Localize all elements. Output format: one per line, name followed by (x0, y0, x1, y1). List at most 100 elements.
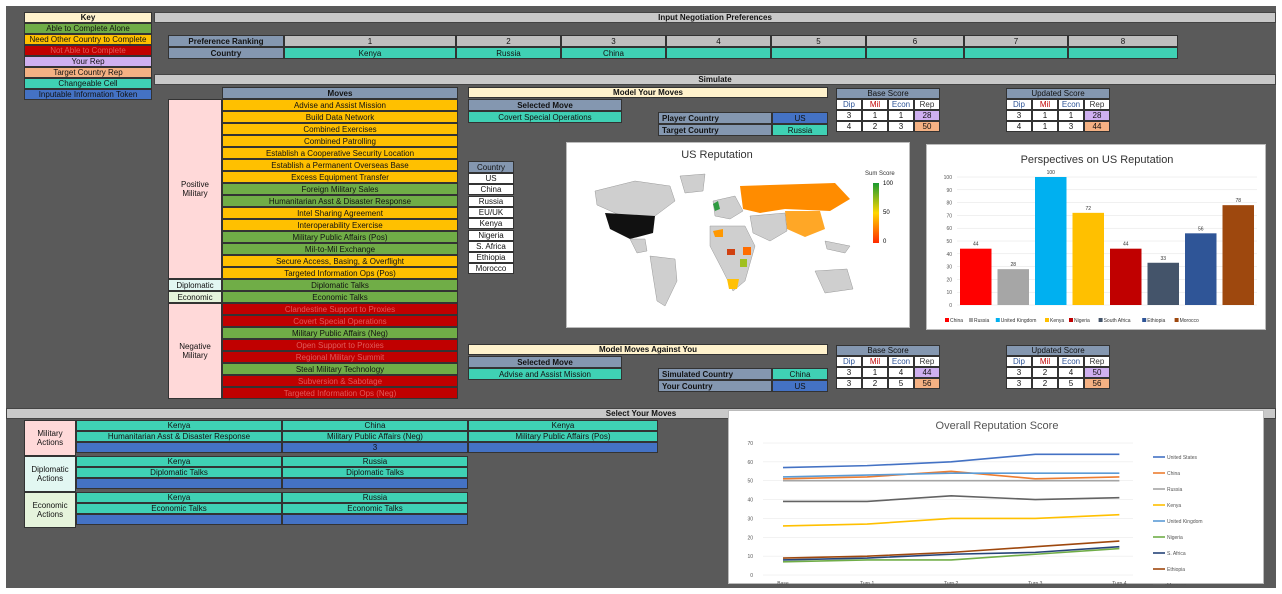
line-legend-label: Kenya (1167, 503, 1181, 509)
line-legend-label: Ethiopia (1167, 567, 1185, 573)
move-positive: Advise and Assist Mission (222, 99, 458, 111)
action-token-input[interactable] (76, 442, 282, 453)
country-preference-select[interactable] (666, 47, 771, 59)
action-token-input[interactable] (468, 442, 658, 453)
line-legend-label: United Kingdom (1167, 519, 1203, 525)
map-legend-0: 0 (883, 239, 887, 245)
negotiation-header: Input Negotiation Preferences (154, 12, 1276, 23)
line-xtick: Turn 2 (944, 581, 958, 585)
score-col-header: Rep (914, 356, 940, 367)
score-col-header: Econ (888, 356, 914, 367)
bar-chart-svg: Perspectives on US Reputation 0 10 20 30 40 50… (944, 154, 1257, 324)
bar-legend-swatch (1142, 318, 1147, 322)
line-ytick: 20 (747, 535, 753, 541)
russia-shape (740, 183, 850, 213)
bar-legend-swatch (969, 318, 973, 322)
country-preference-select[interactable]: China (561, 47, 666, 59)
world-map (575, 171, 865, 321)
score-cell: 50 (1084, 367, 1110, 378)
selected-move-select[interactable]: Covert Special Operations (468, 111, 622, 123)
map-legend-gradient (873, 183, 879, 243)
score-cell: 56 (1084, 378, 1110, 389)
score-cell: 44 (914, 367, 940, 378)
country-list-item: Morocco (468, 263, 514, 275)
bar-south-africa (1147, 262, 1179, 305)
player-country-value[interactable]: US (772, 112, 828, 124)
bar-ytick: 60 (946, 226, 952, 232)
us-reputation-map: US Reputation Sum Score 100 50 0 (566, 142, 910, 328)
country-preference-select[interactable] (964, 47, 1068, 59)
country-row-label: Country (168, 47, 284, 59)
model-moves-header: Model Your Moves (468, 87, 828, 98)
line-chart-title: Overall Reputation Score (936, 420, 1059, 432)
line-legend-label: Morocco (1167, 583, 1186, 585)
action-token-input[interactable] (282, 478, 468, 489)
bar-ytick: 10 (946, 290, 952, 296)
move-negative: Clandestine Support to Proxies (222, 303, 458, 315)
country-preference-select[interactable] (771, 47, 866, 59)
action-country-select[interactable]: China (282, 420, 468, 431)
score-cell: 1 (1032, 121, 1058, 132)
line-ytick: 40 (747, 498, 753, 504)
score-col-header: Econ (1058, 99, 1084, 110)
country-preference-select[interactable] (866, 47, 964, 59)
move-positive: Military Public Affairs (Pos) (222, 231, 458, 243)
player-country-label: Player Country (658, 112, 772, 124)
score-table-title: Base Score (836, 345, 940, 356)
series-line-kenya (782, 513, 1120, 527)
line-ytick: 10 (747, 554, 753, 560)
bar-ytick: 80 (946, 201, 952, 207)
action-move-select[interactable]: Humanitarian Asst & Disaster Response (76, 431, 282, 442)
action-move-select[interactable]: Diplomatic Talks (76, 467, 282, 478)
map-legend-100: 100 (883, 181, 894, 187)
score-col-header: Mil (1032, 99, 1058, 110)
action-country-select[interactable]: Kenya (468, 420, 658, 431)
series-line-morocco (783, 494, 1120, 503)
action-move-select[interactable]: Economic Talks (76, 503, 282, 514)
bar-legend-label: China (950, 318, 963, 324)
action-country-select[interactable]: Kenya (76, 492, 282, 503)
action-token-input[interactable] (76, 478, 282, 489)
bar-data-label: 72 (1085, 206, 1091, 212)
your-country-value[interactable]: US (772, 380, 828, 392)
score-col-header: Mil (862, 99, 888, 110)
score-cell: 56 (914, 378, 940, 389)
country-list-item: US (468, 173, 514, 184)
bar-ytick: 0 (949, 303, 952, 309)
move-diplomatic: Diplomatic Talks (222, 279, 458, 291)
country-preference-select[interactable]: Kenya (284, 47, 456, 59)
action-move-select[interactable]: Military Public Affairs (Pos) (468, 431, 658, 442)
map-legend-title: Sum Score (865, 171, 895, 177)
line-ytick: 70 (747, 441, 753, 447)
key-item: Target Country Rep (24, 67, 152, 78)
score-cell: 4 (1058, 367, 1084, 378)
move-positive: Intel Sharing Agreement (222, 207, 458, 219)
line-ytick: 60 (747, 460, 753, 466)
bar-legend-swatch (1098, 318, 1103, 322)
score-cell: 2 (1032, 367, 1058, 378)
rank-header: 4 (666, 35, 771, 47)
action-country-select[interactable]: Kenya (76, 420, 282, 431)
line-ytick: 30 (747, 516, 753, 522)
move-positive: Combined Patrolling (222, 135, 458, 147)
action-move-select[interactable]: Economic Talks (282, 503, 468, 514)
move-positive: Build Data Network (222, 111, 458, 123)
action-country-select[interactable]: Russia (282, 492, 468, 503)
target-country-select[interactable]: Russia (772, 124, 828, 136)
simulated-country-select[interactable]: China (772, 368, 828, 380)
action-token-input[interactable] (282, 514, 468, 525)
action-country-select[interactable]: Russia (282, 456, 468, 467)
action-token-input[interactable] (76, 514, 282, 525)
action-move-select[interactable]: Military Public Affairs (Neg) (282, 431, 468, 442)
score-cell: 28 (1084, 110, 1110, 121)
score-cell: 28 (914, 110, 940, 121)
country-preference-select[interactable]: Russia (456, 47, 561, 59)
bar-data-label: 44 (1123, 242, 1129, 248)
action-move-select[interactable]: Diplomatic Talks (282, 467, 468, 478)
your-country-label: Your Country (658, 380, 772, 392)
country-preference-select[interactable] (1068, 47, 1178, 59)
action-token-input[interactable]: 3 (282, 442, 468, 453)
action-country-select[interactable]: Kenya (76, 456, 282, 467)
against-selected-select[interactable]: Advise and Assist Mission (468, 368, 622, 380)
action-group-label: Military Actions (24, 420, 76, 456)
